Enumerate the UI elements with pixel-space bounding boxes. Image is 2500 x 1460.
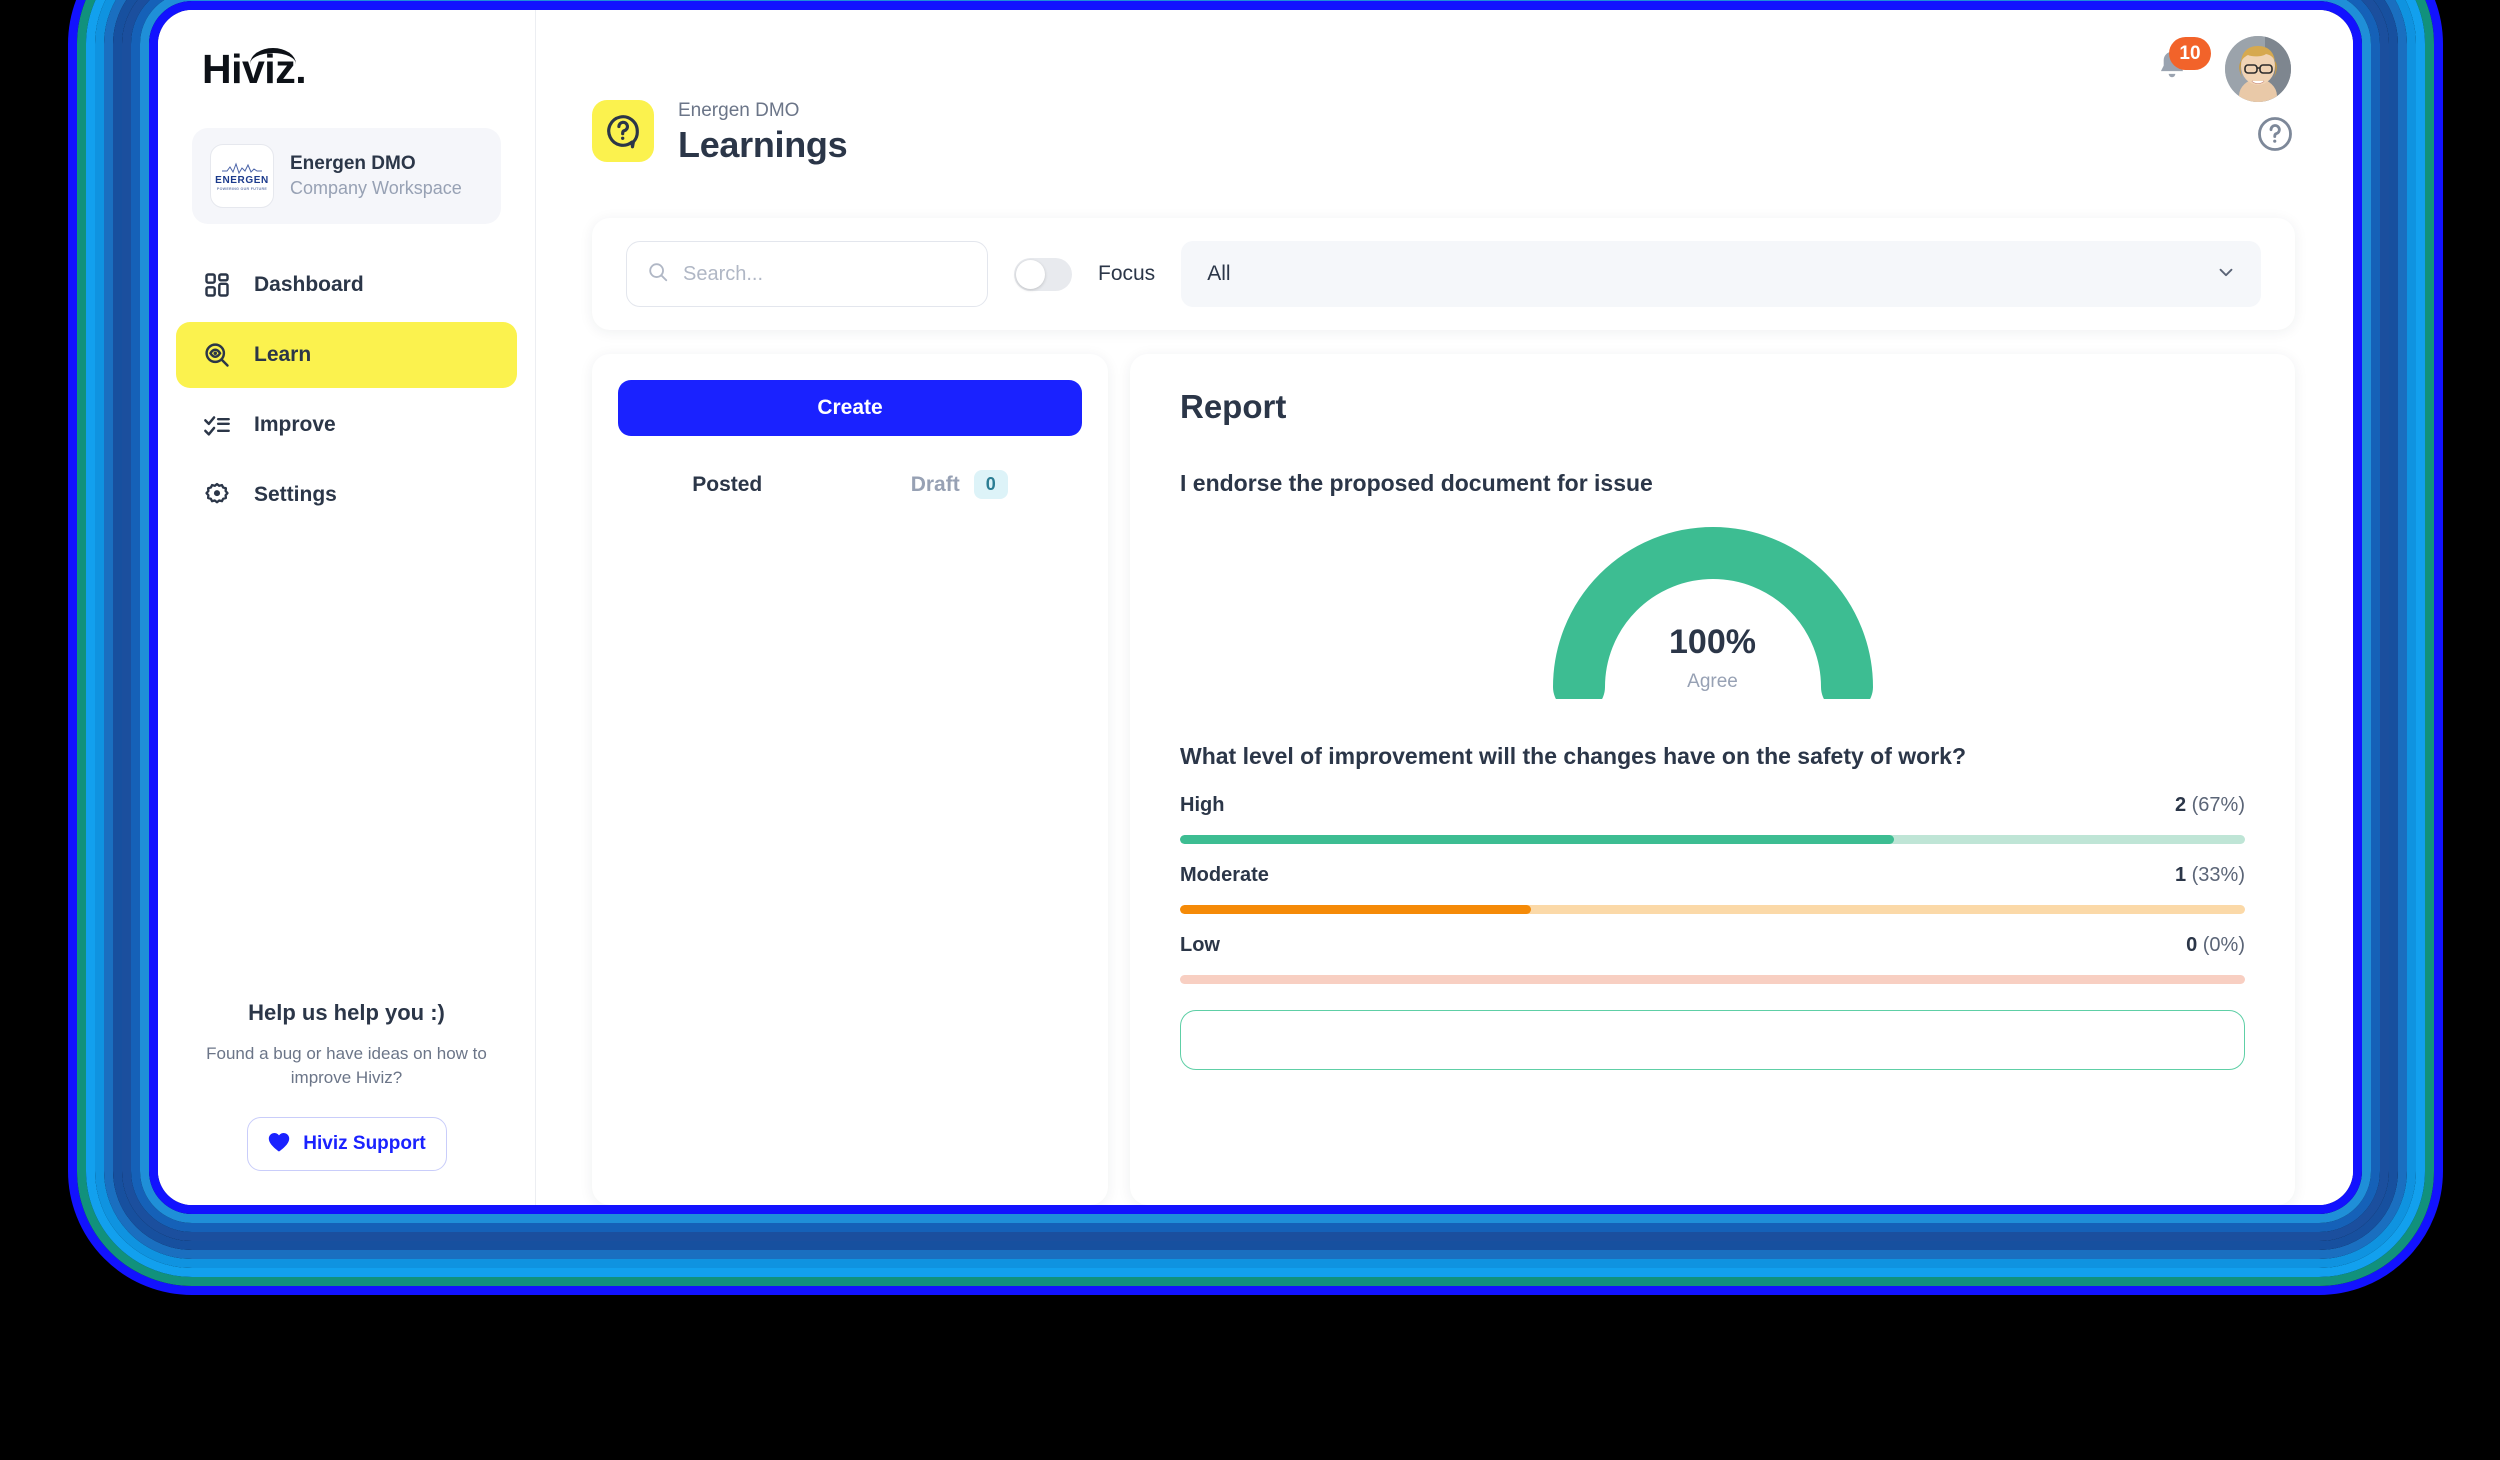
- tab-posted[interactable]: Posted: [692, 473, 762, 497]
- sidebar-nav: Dashboard Learn Improve Settings: [158, 252, 535, 528]
- hiviz-support-label: Hiviz Support: [303, 1133, 426, 1154]
- filter-toolbar: Focus All: [592, 218, 2295, 330]
- report-title: Report: [1180, 388, 1287, 425]
- focus-toggle-knob: [1016, 259, 1045, 289]
- workspace-logo: ENERGEN POWERING OUR FUTURE: [210, 144, 274, 208]
- workspace-logo-tagline: POWERING OUR FUTURE: [216, 186, 268, 191]
- bar-label: High: [1180, 794, 1225, 816]
- sidebar: Hiviz. ENERGEN POWERING OUR FUTURE Energ…: [158, 10, 536, 1205]
- list-tabs: Posted Draft 0: [618, 470, 1082, 499]
- help-circle-icon[interactable]: [2255, 114, 2295, 154]
- content-row: Create Posted Draft 0 Report I endorse t…: [592, 354, 2295, 1205]
- bar-label: Low: [1180, 934, 1220, 956]
- hiviz-support-button[interactable]: Hiviz Support: [246, 1117, 447, 1171]
- next-question-card[interactable]: [1180, 1010, 2245, 1070]
- sidebar-item-label: Learn: [254, 343, 312, 366]
- app-window: Hiviz. ENERGEN POWERING OUR FUTURE Energ…: [158, 10, 2353, 1205]
- report-panel: Report I endorse the proposed document f…: [1130, 354, 2295, 1205]
- bar-track: [1180, 835, 2245, 844]
- brand: Hiviz.: [158, 10, 535, 106]
- help-description: Found a bug or have ideas on how to impr…: [206, 1043, 487, 1088]
- brand-logo[interactable]: Hiviz.: [202, 46, 307, 93]
- gauge-chart: 100% Agree: [1180, 527, 2245, 713]
- user-avatar: [2225, 36, 2291, 102]
- bar-label: Moderate: [1180, 864, 1269, 886]
- tab-draft-badge: 0: [973, 470, 1008, 499]
- chevron-down-icon: [2215, 261, 2237, 288]
- sidebar-item-dashboard[interactable]: Dashboard: [176, 252, 517, 318]
- waveform-icon: [222, 162, 262, 174]
- sidebar-help-block: Help us help you :) Found a bug or have …: [158, 1000, 535, 1171]
- workspace-switcher[interactable]: ENERGEN POWERING OUR FUTURE Energen DMO …: [192, 128, 501, 224]
- learnings-list-panel: Create Posted Draft 0: [592, 354, 1108, 1205]
- workspace-logo-name: ENERGEN: [215, 174, 269, 186]
- endorsement-question: I endorse the proposed document for issu…: [1180, 470, 1653, 496]
- bar-row-moderate: Moderate 1 (33%): [1180, 864, 2245, 914]
- workspace-subtitle: Company Workspace: [290, 178, 462, 198]
- sidebar-item-label: Dashboard: [254, 273, 364, 296]
- checklist-icon: [202, 410, 232, 440]
- main-content: 10 Energen DMO Learnings Search... Focus…: [536, 10, 2353, 1205]
- page-title: Learnings: [678, 124, 848, 165]
- workspace-name: Energen DMO: [290, 153, 416, 174]
- bar-row-high: High 2 (67%): [1180, 794, 2245, 844]
- bar-count: 2: [2174, 794, 2187, 816]
- learn-eye-search-icon: [202, 340, 232, 370]
- bar-percent: (33%): [2191, 864, 2245, 886]
- grid-icon: [202, 270, 232, 300]
- bar-row-low: Low 0 (0%): [1180, 934, 2245, 984]
- page-eyebrow: Energen DMO: [678, 100, 800, 121]
- filter-select[interactable]: All: [1181, 241, 2261, 307]
- sidebar-item-label: Settings: [254, 483, 337, 506]
- search-box[interactable]: [626, 241, 988, 307]
- gear-icon: [202, 480, 232, 510]
- bar-percent: (0%): [2202, 934, 2245, 956]
- bar-fill: [1180, 905, 1532, 914]
- bar-track: [1180, 905, 2245, 914]
- tab-posted-label: Posted: [692, 472, 763, 496]
- page-header: Energen DMO Learnings: [592, 100, 2295, 166]
- bar-stat: 0 (0%): [2186, 934, 2245, 957]
- gauge-caption: Agree: [1687, 671, 1738, 692]
- bar-count: 0: [2186, 934, 2198, 956]
- gauge-value: 100%: [1669, 623, 1756, 661]
- search-icon: [647, 261, 669, 288]
- help-title: Help us help you :): [248, 999, 445, 1025]
- bar-stat: 1 (33%): [2175, 864, 2245, 887]
- create-button[interactable]: Create: [618, 380, 1082, 436]
- question-bubble-icon: [592, 100, 654, 162]
- bar-fill: [1180, 835, 1894, 844]
- sidebar-item-learn[interactable]: Learn: [176, 322, 517, 388]
- focus-toggle-label: Focus: [1098, 262, 1156, 285]
- bar-stat: 2 (67%): [2175, 794, 2245, 817]
- filter-select-value: All: [1207, 262, 1231, 285]
- avatar[interactable]: [2225, 36, 2291, 102]
- sidebar-item-label: Improve: [254, 413, 336, 436]
- sidebar-item-improve[interactable]: Improve: [176, 392, 517, 458]
- bar-track: [1180, 975, 2245, 984]
- search-input[interactable]: [683, 262, 967, 286]
- improvement-question: What level of improvement will the chang…: [1180, 743, 1966, 769]
- notification-count-badge: 10: [2169, 37, 2211, 70]
- bar-count: 1: [2174, 864, 2187, 886]
- sidebar-item-settings[interactable]: Settings: [176, 462, 517, 528]
- tab-draft[interactable]: Draft 0: [911, 470, 1008, 499]
- tab-draft-label: Draft: [910, 472, 960, 496]
- focus-toggle[interactable]: [1014, 257, 1072, 291]
- improvement-bars: High 2 (67%) Moderate 1 (33%) Low 0 (0%): [1180, 794, 2245, 984]
- bar-percent: (67%): [2191, 794, 2245, 816]
- heart-icon: [267, 1131, 291, 1158]
- notifications-button[interactable]: 10: [2155, 37, 2211, 89]
